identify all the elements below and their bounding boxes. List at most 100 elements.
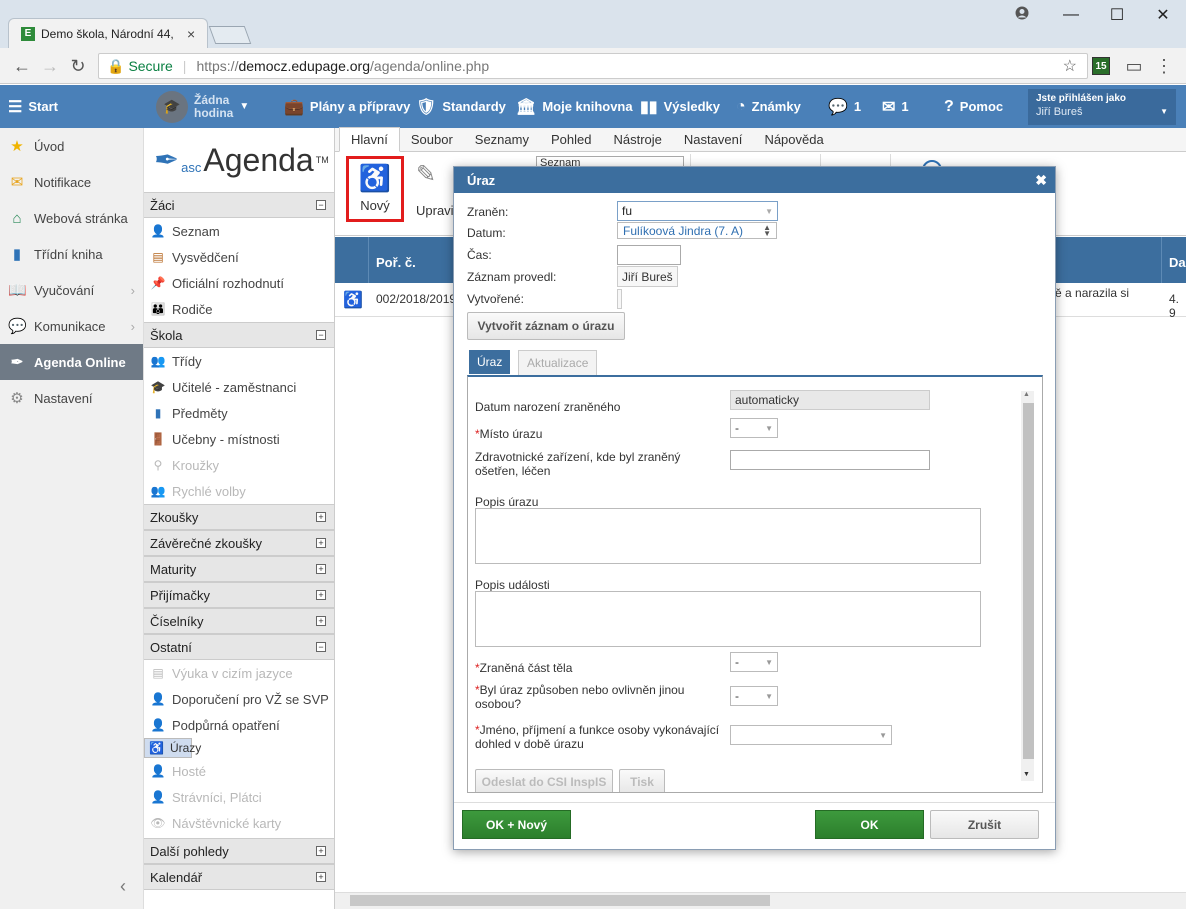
edit-button[interactable]: ✎ Upravi: [416, 160, 454, 218]
module-item-predmety[interactable]: ▮ Předměty: [144, 400, 334, 426]
expand-icon[interactable]: +: [316, 846, 326, 856]
messages-button[interactable]: 💬 1: [828, 85, 861, 128]
expand-icon[interactable]: +: [316, 564, 326, 574]
col-header-poradove-cislo[interactable]: Poř. č.: [376, 237, 416, 287]
module-item-krouzky[interactable]: ⚲ Kroužky: [144, 452, 334, 478]
nav-item-tridni-kniha[interactable]: ▮ Třídní kniha: [0, 236, 143, 272]
event-textarea[interactable]: [475, 591, 981, 647]
section-header-ciselniky[interactable]: Číselníky +: [144, 608, 334, 634]
maximize-icon[interactable]: ☐: [1094, 4, 1140, 26]
library-button[interactable]: 🏛 Moje knihovna: [516, 85, 633, 128]
scroll-up-icon[interactable]: ▲: [1023, 391, 1030, 398]
tab-napoveda[interactable]: Nápověda: [753, 128, 834, 151]
module-item-rodice[interactable]: 👪 Rodiče: [144, 296, 334, 322]
collapse-icon[interactable]: −: [316, 330, 326, 340]
grades-button[interactable]: ◔ Známky: [736, 85, 801, 128]
module-item-urazy[interactable]: ♿ Úrazy: [144, 738, 201, 758]
bookmark-star-icon[interactable]: ☆: [1063, 56, 1077, 76]
section-header-maturity[interactable]: Maturity +: [144, 556, 334, 582]
collapse-icon[interactable]: −: [316, 642, 326, 652]
start-button[interactable]: ☰ Start: [8, 85, 58, 128]
tab-uraz[interactable]: Úraz: [469, 350, 511, 374]
lesson-selector[interactable]: 🎓 Žádna hodina ▼: [156, 85, 249, 128]
body-part-select[interactable]: - ▼: [730, 652, 778, 672]
send-csi-button[interactable]: Odeslat do CSI InspIS: [475, 769, 613, 792]
extension-badge-icon[interactable]: 15: [1092, 57, 1110, 75]
cancel-button[interactable]: Zrušit: [930, 810, 1039, 839]
expand-icon[interactable]: +: [316, 538, 326, 548]
tab-soubor[interactable]: Soubor: [400, 128, 464, 151]
nav-item-webova-stranka[interactable]: ⌂ Webová stránka: [0, 200, 143, 236]
horizontal-scrollbar-thumb[interactable]: [350, 895, 770, 906]
section-header-skola[interactable]: Škola −: [144, 322, 334, 348]
nav-item-notifikace[interactable]: ✉ Notifikace: [0, 164, 143, 200]
injured-input[interactable]: fu ▼: [617, 201, 778, 221]
other-person-select[interactable]: - ▼: [730, 686, 778, 706]
tab-aktualizace[interactable]: Aktualizace: [518, 350, 598, 375]
module-item-stravnici[interactable]: 👤 Strávníci, Plátci: [144, 784, 334, 810]
nav-item-vyucovani[interactable]: 📖 Vyučování ›: [0, 272, 143, 308]
section-header-kalendar[interactable]: Kalendář +: [144, 864, 334, 890]
section-header-zaverecne-zkousky[interactable]: Závěrečné zkoušky +: [144, 530, 334, 556]
module-item-podpurna-opatreni[interactable]: 👤 Podpůrná opatření: [144, 712, 334, 738]
module-item-navstevnicke-karty[interactable]: 👁 Návštěvnické karty: [144, 810, 334, 836]
minimize-icon[interactable]: —: [1048, 4, 1094, 26]
mail-button[interactable]: ✉ 1: [882, 85, 909, 128]
cast-icon[interactable]: ▭: [1122, 54, 1146, 78]
results-button[interactable]: ▮▮ Výsledky: [640, 85, 720, 128]
menu-dots-icon[interactable]: ⋮: [1152, 54, 1176, 78]
section-header-zkousky[interactable]: Zkoušky +: [144, 504, 334, 530]
collapse-icon[interactable]: −: [316, 200, 326, 210]
profile-icon[interactable]: [1000, 2, 1044, 24]
back-arrow-icon[interactable]: ←: [10, 54, 34, 78]
vertical-scrollbar-thumb[interactable]: [1023, 403, 1034, 759]
create-record-button[interactable]: Vytvořit záznam o úrazu: [467, 312, 625, 340]
section-header-prijimacky[interactable]: Přijímačky +: [144, 582, 334, 608]
module-item-seznam[interactable]: 👤 Seznam: [144, 218, 334, 244]
module-item-tridy[interactable]: 👥 Třídy: [144, 348, 334, 374]
tab-close-icon[interactable]: ×: [187, 26, 195, 42]
supervisor-select[interactable]: ▼: [730, 725, 892, 745]
autocomplete-suggestion[interactable]: Fulíkoová Jindra (7. A) ▲ ▼: [617, 222, 777, 239]
dialog-close-icon[interactable]: ✖: [1035, 172, 1047, 189]
print-button[interactable]: Tisk: [619, 769, 665, 792]
help-button[interactable]: ? Pomoc: [944, 85, 1003, 128]
new-button[interactable]: ♿ Nový: [346, 156, 404, 222]
browser-tab[interactable]: E Demo škola, Národní 44, ×: [8, 18, 208, 48]
tab-nastroje[interactable]: Nástroje: [602, 128, 672, 151]
nav-item-agenda-online[interactable]: ✒ Agenda Online: [0, 344, 143, 380]
col-header-datum[interactable]: Da: [1169, 237, 1186, 287]
expand-icon[interactable]: +: [316, 616, 326, 626]
expand-icon[interactable]: +: [316, 512, 326, 522]
standards-button[interactable]: 🛡 Standardy: [416, 85, 506, 128]
nav-item-nastaveni[interactable]: ⚙ Nastavení: [0, 380, 143, 416]
module-item-rychle-volby[interactable]: 👥 Rychlé volby: [144, 478, 334, 504]
new-tab-button[interactable]: [208, 26, 252, 44]
ok-new-button[interactable]: OK + Nový: [462, 810, 571, 839]
expand-icon[interactable]: +: [316, 872, 326, 882]
tab-pohled[interactable]: Pohled: [540, 128, 602, 151]
collapse-arrow-icon[interactable]: ‹: [120, 876, 126, 897]
module-item-ucebny[interactable]: 🚪 Učebny - místnosti: [144, 426, 334, 452]
plans-button[interactable]: 💼 Plány a přípravy: [284, 85, 410, 128]
time-input[interactable]: [617, 245, 681, 265]
module-item-ucitele[interactable]: 🎓 Učitelé - zaměstnanci: [144, 374, 334, 400]
section-header-zaci[interactable]: Žáci −: [144, 192, 334, 218]
module-item-oficialni-rozhodnuti[interactable]: 📌 Oficiální rozhodnutí: [144, 270, 334, 296]
scroll-down-icon[interactable]: ▼: [1023, 771, 1030, 778]
facility-input[interactable]: [730, 450, 930, 470]
close-window-icon[interactable]: ✕: [1140, 4, 1186, 26]
section-header-ostatni[interactable]: Ostatní −: [144, 634, 334, 660]
forward-arrow-icon[interactable]: →: [38, 54, 62, 78]
reload-icon[interactable]: ↻: [66, 54, 90, 78]
user-menu[interactable]: Jste přihlášen jako Jiří Bureš ▼: [1028, 89, 1176, 125]
ok-button[interactable]: OK: [815, 810, 924, 839]
nav-item-komunikace[interactable]: 💬 Komunikace ›: [0, 308, 143, 344]
nav-item-uvod[interactable]: ★ Úvod: [0, 128, 143, 164]
module-item-vysvedceni[interactable]: ▤ Vysvědčení: [144, 244, 334, 270]
place-select[interactable]: - ▼: [730, 418, 778, 438]
tab-seznamy[interactable]: Seznamy: [464, 128, 540, 151]
url-input[interactable]: 🔒 Secure | https://democz.edupage.org/ag…: [98, 53, 1088, 79]
module-item-doporuceni[interactable]: 👤 Doporučení pro VŽ se SVP: [144, 686, 334, 712]
expand-icon[interactable]: +: [316, 590, 326, 600]
